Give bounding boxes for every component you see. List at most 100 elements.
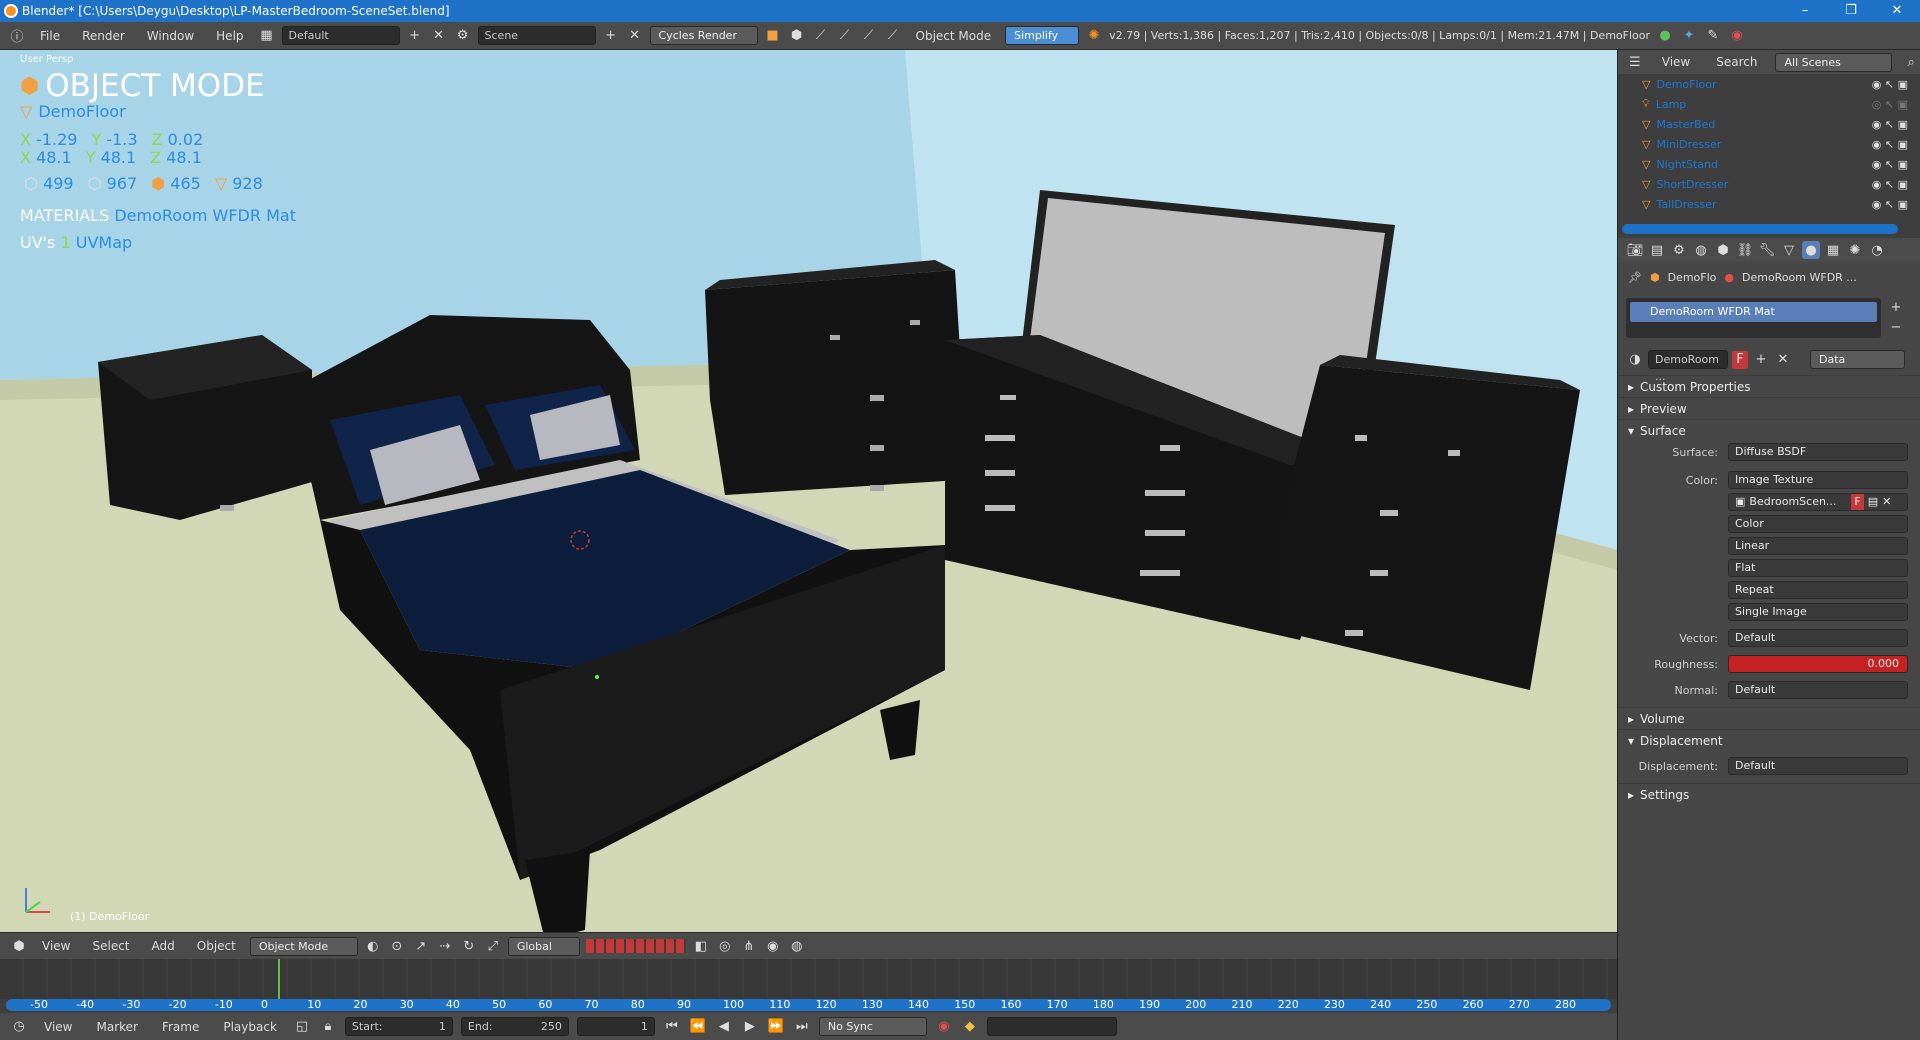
physics-tab-icon[interactable]: ◔ xyxy=(1868,241,1886,259)
end-frame-field[interactable]: End: 250 xyxy=(460,1017,569,1036)
panel-displacement[interactable]: ▾ Displacement xyxy=(1618,729,1920,751)
prev-key-icon[interactable]: ⏪ xyxy=(689,1018,707,1036)
texture-tab-icon[interactable]: ▦ xyxy=(1824,241,1842,259)
outliner-item[interactable]: ▽ ShortDresser ◉ ↖ ▣ xyxy=(1618,174,1920,194)
search-icon[interactable]: ⌕ xyxy=(1902,53,1920,71)
brush-icon[interactable]: ⟋ xyxy=(812,27,830,45)
lock-camera-icon[interactable]: ◧ xyxy=(692,937,710,955)
unlink-material-icon[interactable]: ✕ xyxy=(1774,351,1792,369)
color-space-dropdown[interactable]: Color xyxy=(1728,515,1908,533)
render-engine-dropdown[interactable]: Cycles Render xyxy=(649,26,758,45)
jump-end-icon[interactable]: ⏭ xyxy=(793,1018,811,1036)
menu-render[interactable]: Render xyxy=(74,29,133,43)
surface-field[interactable]: Diffuse BSDF xyxy=(1728,443,1908,461)
outliner-view-menu[interactable]: View xyxy=(1654,55,1698,69)
play-icon[interactable]: ▶ xyxy=(741,1018,759,1036)
material-slot[interactable]: DemoRoom WFDR Mat xyxy=(1630,302,1877,322)
layout-field[interactable]: Default xyxy=(281,26,400,45)
properties-editor[interactable]: 📷︎ ▤ ⚙ ◍ ⬢ ⛓ 🔧︎ ▽ ● ▦ ✺ ◔ 📌︎ ⬢ DemoFlo ●… xyxy=(1617,238,1920,1040)
addon-icon[interactable]: ◉ xyxy=(1728,27,1746,45)
eye-icon[interactable]: ◉ ↖ ▣ xyxy=(1872,138,1908,151)
menu-add[interactable]: Add xyxy=(144,939,183,953)
layer-buttons[interactable] xyxy=(585,939,686,953)
menu-frame[interactable]: Frame xyxy=(154,1020,207,1034)
manipulator-icon[interactable]: ↗ xyxy=(412,937,430,955)
start-frame-field[interactable]: Start: 1 xyxy=(344,1017,453,1036)
outliner-item[interactable]: ▽ NightStand ◉ ↖ ▣ xyxy=(1618,154,1920,174)
pin-icon[interactable]: 📌︎ xyxy=(1628,271,1642,284)
menu-help[interactable]: Help xyxy=(208,29,251,43)
menu-playback[interactable]: Playback xyxy=(215,1020,285,1034)
extension-dropdown[interactable]: Repeat xyxy=(1728,581,1908,599)
outliner-item[interactable]: ▽ DemoFloor ◉ ↖ ▣ xyxy=(1618,74,1920,94)
add-slot-icon[interactable]: + xyxy=(1887,298,1905,316)
mode-dropdown[interactable]: Object Mode xyxy=(249,936,358,956)
data-tab-icon[interactable]: ▽ xyxy=(1780,241,1798,259)
outliner-type-icon[interactable]: ☰ xyxy=(1626,53,1644,71)
fake-user-button[interactable]: F xyxy=(1732,350,1748,369)
editor-type-timeline-icon[interactable]: ◷ xyxy=(10,1018,28,1036)
projection-dropdown[interactable]: Flat xyxy=(1728,559,1908,577)
interpolation-dropdown[interactable]: Linear xyxy=(1728,537,1908,555)
paint-icon[interactable]: ⟋ xyxy=(836,27,854,45)
eye-icon[interactable]: ◉ ↖ ▣ xyxy=(1872,78,1908,91)
translate-icon[interactable]: ⇢ xyxy=(436,937,454,955)
breadcrumb-object[interactable]: DemoFlo xyxy=(1668,271,1717,284)
material-browse-icon[interactable]: ◑ xyxy=(1626,351,1644,369)
weight-icon[interactable]: ⟋ xyxy=(860,27,878,45)
material-slot-list[interactable]: DemoRoom WFDR Mat xyxy=(1626,298,1881,338)
orientation-dropdown[interactable]: Global xyxy=(507,936,580,956)
scene-field[interactable]: Scene xyxy=(477,26,596,45)
remove-scene-icon[interactable]: ✕ xyxy=(626,27,644,45)
new-material-icon[interactable]: + xyxy=(1752,351,1770,369)
editor-type-icon[interactable]: ⓘ xyxy=(8,27,26,45)
scene-tab-icon[interactable]: ⚙ xyxy=(1670,241,1688,259)
add-layout-icon[interactable]: + xyxy=(406,27,424,45)
shading-icon[interactable]: ◐ xyxy=(364,937,382,955)
eye-icon[interactable]: ◉ ↖ ▣ xyxy=(1872,158,1908,171)
source-dropdown[interactable]: Single Image xyxy=(1728,603,1908,621)
rotate-icon[interactable]: ↻ xyxy=(460,937,478,955)
render-tab-icon[interactable]: 📷︎ xyxy=(1626,241,1644,259)
opengl-render-icon[interactable]: ◍ xyxy=(788,937,806,955)
eye-icon[interactable]: ◉ ↖ ▣ xyxy=(1872,198,1908,211)
record-icon[interactable]: ◉ xyxy=(935,1018,953,1036)
preview-range-icon[interactable]: ◱ xyxy=(293,1018,311,1036)
proportional-edit-icon[interactable]: ◎ xyxy=(716,937,734,955)
image-icon[interactable]: ▣ xyxy=(1735,494,1745,510)
outliner-item[interactable]: ▽ TallDresser ◉ ↖ ▣ xyxy=(1618,194,1920,214)
texture-paint-icon[interactable]: ⟋ xyxy=(884,27,902,45)
render-preview-icon[interactable]: ◉ xyxy=(764,937,782,955)
add-scene-icon[interactable]: + xyxy=(602,27,620,45)
constraints-tab-icon[interactable]: ⛓ xyxy=(1736,241,1754,259)
material-tab-icon[interactable]: ● xyxy=(1802,241,1820,259)
remove-slot-icon[interactable]: − xyxy=(1887,318,1905,336)
layers-tab-icon[interactable]: ▤ xyxy=(1648,241,1666,259)
breadcrumb-material[interactable]: DemoRoom WFDR ... xyxy=(1742,271,1857,284)
current-frame-field[interactable]: 1 xyxy=(576,1017,655,1036)
properties-tabs[interactable]: 📷︎ ▤ ⚙ ◍ ⬢ ⛓ 🔧︎ ▽ ● ▦ ✺ ◔ xyxy=(1618,238,1920,262)
keying-set-field[interactable] xyxy=(986,1017,1117,1036)
outliner-search-menu[interactable]: Search xyxy=(1708,55,1765,69)
unlink-image-icon[interactable]: ✕ xyxy=(1882,494,1891,510)
open-image-icon[interactable]: ▤ xyxy=(1868,494,1878,510)
particles-tab-icon[interactable]: ✺ xyxy=(1846,241,1864,259)
image-fake-user[interactable]: F xyxy=(1851,494,1864,510)
sculpt-icon[interactable]: ⬢ xyxy=(788,27,806,45)
snap-icon[interactable]: ⋔ xyxy=(740,937,758,955)
menu-file[interactable]: File xyxy=(32,29,68,43)
color-field[interactable]: Image Texture xyxy=(1728,471,1908,489)
eye-icon[interactable]: ◉ ↖ ▣ xyxy=(1872,118,1908,131)
maximize-button[interactable]: ❐ xyxy=(1828,0,1874,22)
twitter-icon[interactable]: ✦ xyxy=(1680,27,1698,45)
jump-start-icon[interactable]: ⏮ xyxy=(663,1018,681,1036)
editor-type-3d-icon[interactable]: ⬢ xyxy=(10,937,28,955)
menu-view[interactable]: View xyxy=(34,939,78,953)
outliner[interactable]: ☰ View Search All Scenes ⌕ ▽ DemoFloor ◉ ↖… xyxy=(1617,50,1920,238)
minimize-button[interactable]: – xyxy=(1782,0,1828,22)
display-mode-dropdown[interactable]: All Scenes xyxy=(1775,52,1893,72)
panel-surface[interactable]: ▾ Surface xyxy=(1618,419,1920,441)
normal-field[interactable]: Default xyxy=(1728,681,1908,699)
menu-select[interactable]: Select xyxy=(84,939,137,953)
eye-icon[interactable]: ◎ ↖ ▣ xyxy=(1872,98,1908,111)
